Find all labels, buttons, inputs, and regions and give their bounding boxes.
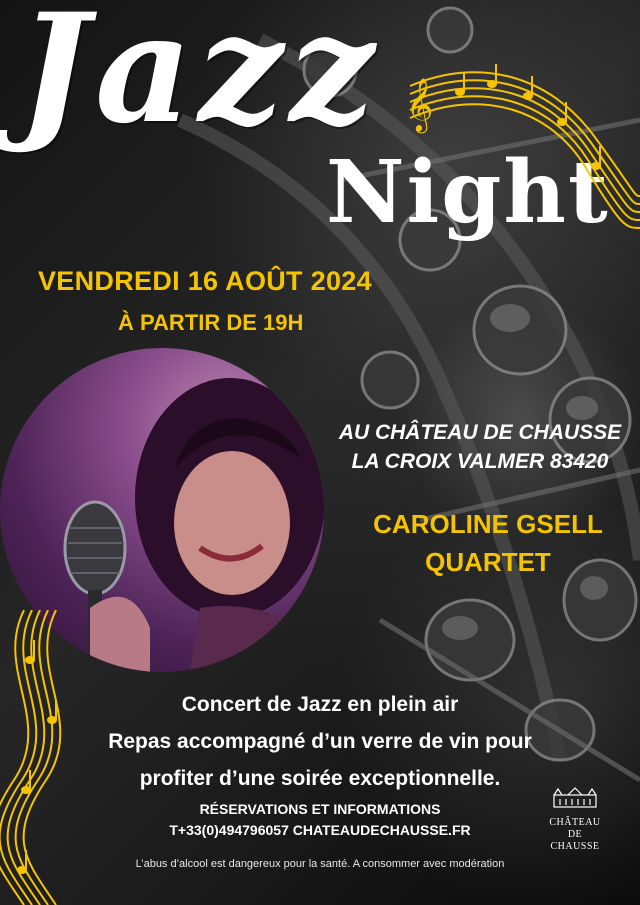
logo-line-3: CHAUSSE [550,841,600,852]
jazz-night-poster: Jazz Night 𝄞 VENDREDI 16 AOÛT 2024 À PAR… [0,0,640,905]
artist-ensemble: QUARTET [425,547,551,577]
artist-name: CAROLINE GSELL [373,509,603,539]
reservations-block: RÉSERVATIONS ET INFORMATIONS T+33(0)4947… [100,799,540,841]
description-line-2: Repas accompagné d’un verre de vin pour [108,730,532,753]
event-time: À PARTIR DE 19H [118,310,304,335]
event-date: VENDREDI 16 AOÛT 2024 [38,266,372,296]
description-line-3: profiter d’une soirée exceptionnelle. [139,767,501,790]
chateau-logo: CHÂTEAU DE CHAUSSE [540,786,610,853]
venue-block: AU CHÂTEAU DE CHAUSSE LA CROIX VALMER 83… [330,418,630,476]
logo-line-2: DE [567,829,583,840]
title-jazz: Jazz [18,0,381,157]
alcohol-disclaimer: L’abus d’alcool est dangereux pour la sa… [135,858,505,870]
logo-line-1: CHÂTEAU [549,817,601,828]
description-line-1: Concert de Jazz en plein air [181,693,459,716]
reservations-contact: T+33(0)494796057 CHATEAUDECHAUSSE.FR [169,822,471,838]
chateau-building-icon [553,787,597,808]
svg-text:𝄞: 𝄞 [406,77,433,133]
event-description: Concert de Jazz en plein air Repas accom… [40,686,600,797]
venue-line-1: AU CHÂTEAU DE CHAUSSE [338,421,622,444]
reservations-heading: RÉSERVATIONS ET INFORMATIONS [199,801,441,817]
venue-line-2: LA CROIX VALMER 83420 [351,450,609,473]
music-staff-decoration-icon: 𝄞 [406,64,640,229]
artist-block: CAROLINE GSELL QUARTET [338,505,638,581]
